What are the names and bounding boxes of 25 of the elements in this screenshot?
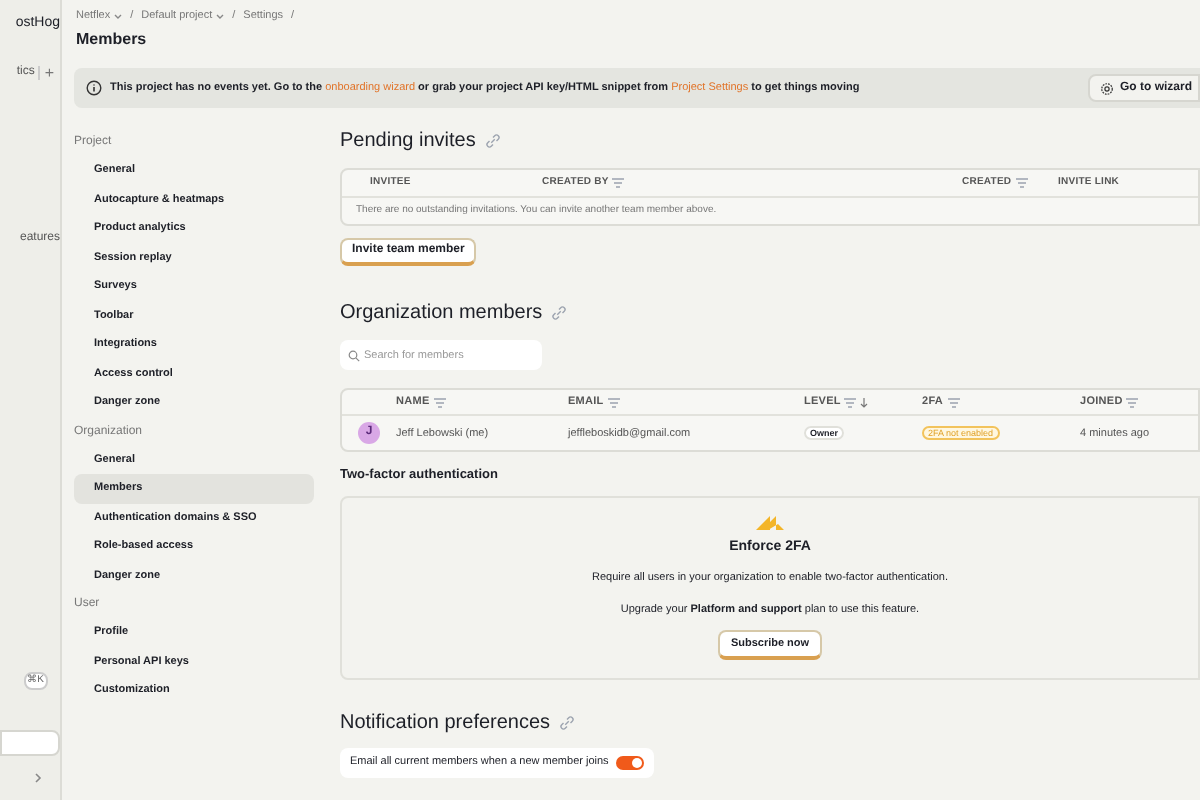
chevron-right-icon[interactable] xyxy=(34,772,42,784)
sort-icon[interactable] xyxy=(612,178,625,189)
section-title: Notification preferences xyxy=(340,710,551,738)
sidebar-input[interactable] xyxy=(0,730,60,756)
settings-icon xyxy=(1100,81,1114,96)
section-title: Organization members xyxy=(340,300,543,329)
caret-icon xyxy=(216,13,225,20)
sort-icon[interactable] xyxy=(1015,178,1028,189)
link-icon[interactable] xyxy=(552,306,567,321)
link-icon[interactable] xyxy=(560,716,575,730)
info-icon xyxy=(86,80,102,97)
caret-icon xyxy=(114,13,123,20)
sort-icon[interactable] xyxy=(1126,397,1139,408)
search-icon xyxy=(348,349,360,362)
arrow-down-icon xyxy=(860,397,869,408)
sort-icon[interactable] xyxy=(844,397,857,408)
link-icon[interactable] xyxy=(485,134,500,149)
sort-icon[interactable] xyxy=(947,397,959,408)
page-title: Members xyxy=(76,28,149,53)
hedgehog-icon xyxy=(756,516,784,530)
section-title: Pending invites xyxy=(340,128,476,157)
add-button[interactable]: + xyxy=(44,61,54,85)
sort-icon[interactable] xyxy=(433,397,446,408)
toggle-switch[interactable] xyxy=(616,756,645,770)
sort-icon[interactable] xyxy=(607,397,620,408)
